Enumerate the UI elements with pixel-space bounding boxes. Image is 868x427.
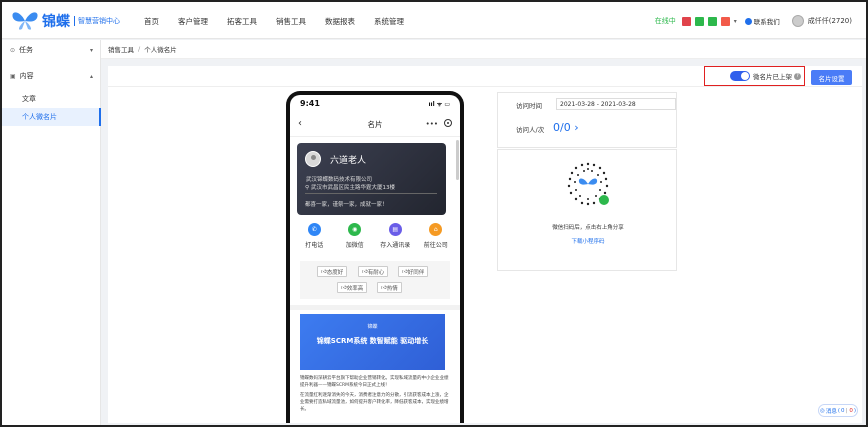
- window-frame: [0, 0, 868, 427]
